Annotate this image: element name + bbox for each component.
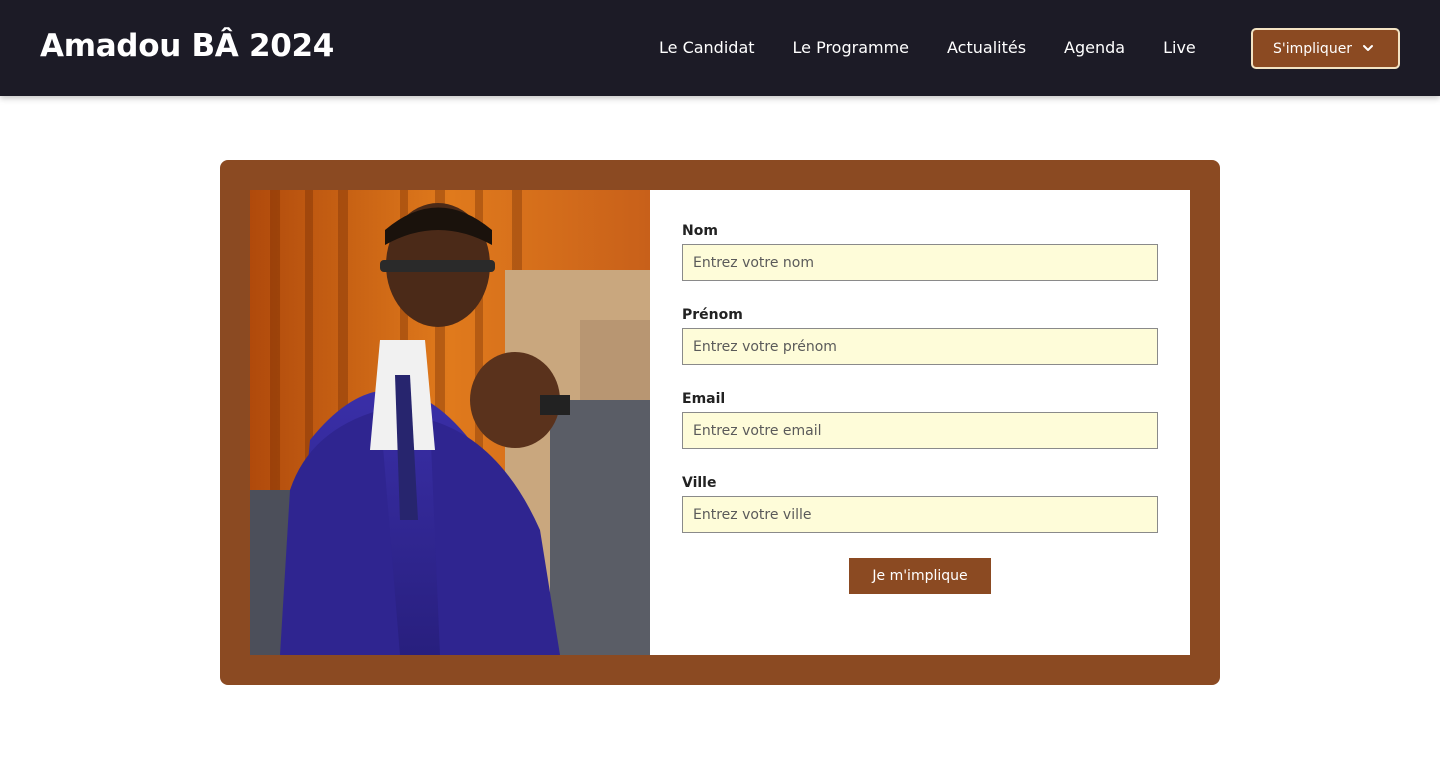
chevron-down-icon bbox=[1363, 45, 1373, 51]
main-nav: Le Candidat Le Programme Actualités Agen… bbox=[659, 38, 1234, 57]
email-label: Email bbox=[682, 391, 726, 407]
je-m-implique-button[interactable]: Je m'implique bbox=[849, 558, 991, 594]
site-brand[interactable]: Amadou BÂ 2024 bbox=[40, 28, 334, 64]
involvement-form: Nom Prénom Email Ville Je m'implique bbox=[650, 190, 1190, 655]
ville-label: Ville bbox=[682, 475, 717, 491]
nav-link-agenda[interactable]: Agenda bbox=[1064, 38, 1125, 57]
top-navbar: Amadou BÂ 2024 Le Candidat Le Programme … bbox=[0, 0, 1440, 96]
nom-label: Nom bbox=[682, 223, 718, 239]
ville-input[interactable] bbox=[682, 496, 1158, 533]
nav-link-actualites[interactable]: Actualités bbox=[947, 38, 1026, 57]
simpliquer-label: S'impliquer bbox=[1273, 40, 1353, 57]
nav-link-le-candidat[interactable]: Le Candidat bbox=[659, 38, 755, 57]
prenom-label: Prénom bbox=[682, 307, 743, 323]
email-input[interactable] bbox=[682, 412, 1158, 449]
candidate-photo bbox=[250, 190, 650, 655]
involvement-card: Nom Prénom Email Ville Je m'implique bbox=[220, 160, 1220, 685]
nav-link-live[interactable]: Live bbox=[1163, 38, 1196, 57]
nav-link-le-programme[interactable]: Le Programme bbox=[793, 38, 910, 57]
simpliquer-dropdown-button[interactable]: S'impliquer bbox=[1251, 28, 1400, 69]
candidate-photo-illustration bbox=[250, 190, 650, 655]
prenom-input[interactable] bbox=[682, 328, 1158, 365]
nom-input[interactable] bbox=[682, 244, 1158, 281]
